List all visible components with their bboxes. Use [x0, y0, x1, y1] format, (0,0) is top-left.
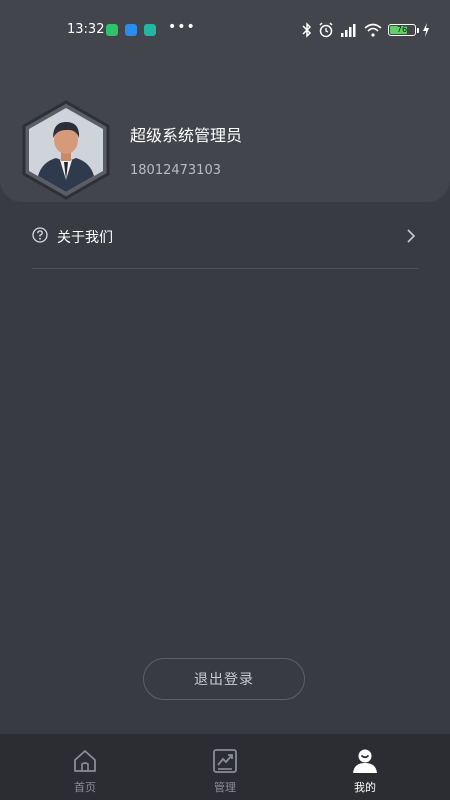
user-avatar[interactable]: [20, 100, 112, 200]
logout-button[interactable]: 退出登录: [143, 658, 305, 700]
alarm-icon: [319, 22, 333, 38]
signal-icon: [341, 24, 356, 37]
status-time: 13:32: [67, 22, 105, 37]
charging-icon: [423, 23, 429, 37]
tab-manage[interactable]: 管理: [150, 734, 300, 800]
tab-home-label: 首页: [74, 781, 96, 794]
tab-manage-label: 管理: [214, 781, 236, 794]
user-phone: 18012473103: [130, 163, 221, 178]
home-icon: [74, 750, 96, 772]
chart-icon: [213, 749, 237, 773]
chevron-right-icon: [406, 228, 416, 248]
bottom-tab-bar: 首页 管理 我的: [0, 734, 450, 800]
battery-level: 76: [396, 25, 408, 34]
status-bar: 13:32 ••• 76: [0, 0, 450, 60]
more-notifications-icon: •••: [168, 19, 196, 35]
status-right-icons: 76: [302, 20, 430, 40]
wifi-icon: [364, 23, 382, 37]
question-circle-icon: [32, 227, 48, 247]
menu-item-label: 关于我们: [57, 230, 113, 246]
chat-app-icon: [106, 24, 118, 36]
tab-mine-label: 我的: [354, 781, 376, 794]
menu-divider: [32, 268, 418, 269]
tab-mine[interactable]: 我的: [290, 734, 440, 800]
user-name: 超级系统管理员: [130, 126, 243, 145]
bluetooth-icon: [302, 22, 312, 38]
message-app-icon: [125, 24, 137, 36]
battery-icon: 76: [388, 24, 419, 36]
menu-item-about-us[interactable]: 关于我们: [32, 218, 418, 268]
person-icon: [353, 749, 377, 773]
tab-home[interactable]: 首页: [10, 734, 160, 800]
shield-app-icon: [144, 24, 156, 36]
